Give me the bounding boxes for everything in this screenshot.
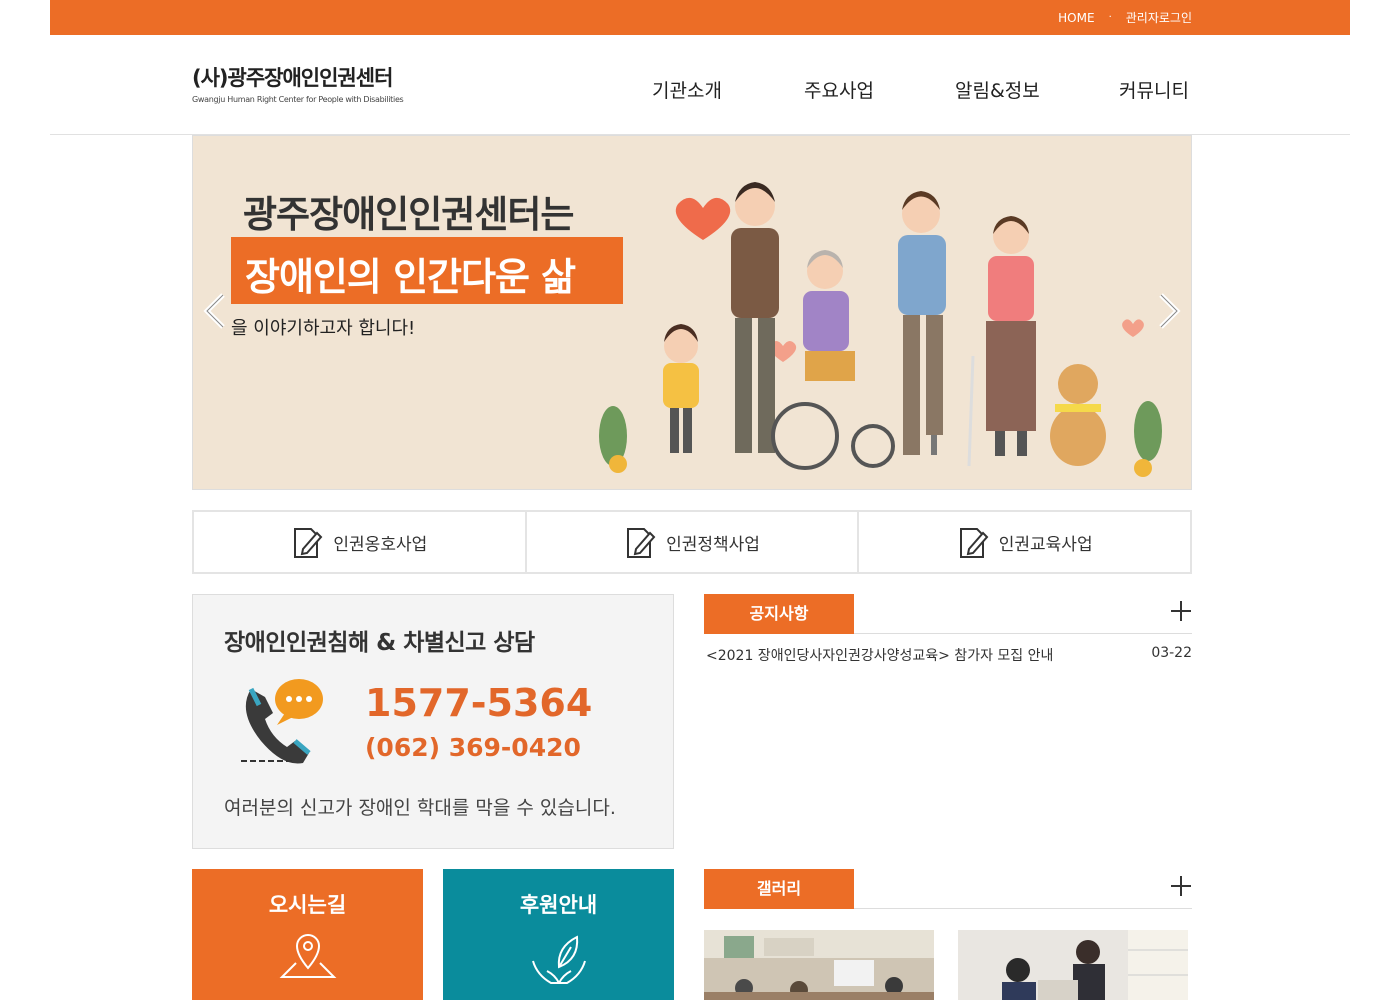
hotline-number: 1577-5364: [365, 681, 593, 725]
banner-tagline: 을 이야기하고자 합니다!: [231, 318, 416, 339]
main-nav: 기관소개 주요사업 알림&정보 커뮤니티: [652, 76, 1189, 103]
consult-box: 장애인인권침해 & 차별신고 상담 1577-5364 (062) 369-04…: [192, 594, 674, 849]
phone-chat-icon: [241, 679, 323, 764]
gallery-thumbnail[interactable]: [704, 930, 934, 1000]
business-education-label: 인권교육사업: [998, 534, 1093, 555]
notice-tab[interactable]: 공지사항: [704, 594, 854, 634]
gallery-tab[interactable]: 갤러리: [704, 869, 854, 909]
business-menu: 인권옹호사업 인권정책사업 인권교육사업: [192, 510, 1192, 574]
notice-item-date: 03-22: [1151, 645, 1192, 661]
gallery-photo-classroom: [704, 930, 934, 1000]
gallery-more-plus-icon[interactable]: [1170, 875, 1192, 897]
gallery-photo-meeting: [958, 930, 1188, 1000]
gallery-header: 갤러리: [704, 869, 1192, 909]
logo-title: (사)광주장애인인권센터: [192, 66, 393, 90]
nav-item-about[interactable]: 기관소개: [652, 76, 804, 103]
header: (사)광주장애인인권센터 Gwangju Human Right Center …: [50, 35, 1350, 135]
hands-leaf-icon: [532, 935, 586, 984]
notice-header: 공지사항: [704, 594, 1192, 634]
business-education-button[interactable]: 인권교육사업: [859, 512, 1190, 572]
consult-description: 여러분의 신고가 장애인 학대를 막을 수 있습니다.: [224, 797, 616, 819]
site-logo[interactable]: (사)광주장애인인권센터 Gwangju Human Right Center …: [192, 62, 404, 104]
home-link[interactable]: HOME: [1058, 11, 1094, 25]
map-pin-icon: [279, 933, 337, 978]
business-policy-button[interactable]: 인권정책사업: [527, 512, 860, 572]
nav-item-news[interactable]: 알림&정보: [955, 76, 1119, 103]
admin-login-link[interactable]: 관리자로그인: [1126, 9, 1192, 26]
business-policy-label: 인권정책사업: [666, 534, 760, 555]
directions-button[interactable]: 오시는길: [192, 869, 423, 1000]
business-advocacy-label: 인권옹호사업: [333, 534, 428, 555]
notice-item-title: <2021 장애인당사자인권강사양성교육> 참가자 모집 안내: [706, 648, 1054, 664]
banner-prev-arrow-icon[interactable]: [201, 291, 231, 331]
top-link-separator: ·: [1108, 12, 1112, 23]
banner-highlight: 장애인의 인간다운 삶: [231, 237, 623, 304]
banner-headline: 광주장애인인권센터는: [243, 193, 574, 236]
top-bar: HOME · 관리자로그인: [50, 0, 1350, 35]
directions-label: 오시는길: [268, 893, 347, 917]
support-label: 후원안내: [519, 893, 598, 917]
logo-subtitle: Gwangju Human Right Center for People wi…: [192, 95, 404, 104]
business-advocacy-button[interactable]: 인권옹호사업: [194, 512, 527, 572]
notice-more-plus-icon[interactable]: [1170, 600, 1192, 622]
consult-title: 장애인인권침해 & 차별신고 상담: [224, 630, 535, 656]
support-button[interactable]: 후원안내: [443, 869, 674, 1000]
nav-item-business[interactable]: 주요사업: [804, 76, 955, 103]
gallery-thumbnail[interactable]: [958, 930, 1188, 1000]
document-pen-icon: [959, 528, 989, 558]
main-banner: 광주장애인인권센터는 장애인의 인간다운 삶 을 이야기하고자 합니다!: [192, 135, 1192, 490]
nav-item-community[interactable]: 커뮤니티: [1119, 76, 1189, 103]
document-pen-icon: [627, 528, 656, 558]
people-illustration: [599, 182, 1162, 477]
notice-list-item[interactable]: <2021 장애인당사자인권강사양성교육> 참가자 모집 안내 03-22: [706, 645, 1192, 665]
office-number: (062) 369-0420: [365, 733, 581, 762]
top-links: HOME · 관리자로그인: [1058, 9, 1192, 26]
document-pen-icon: [294, 528, 323, 558]
